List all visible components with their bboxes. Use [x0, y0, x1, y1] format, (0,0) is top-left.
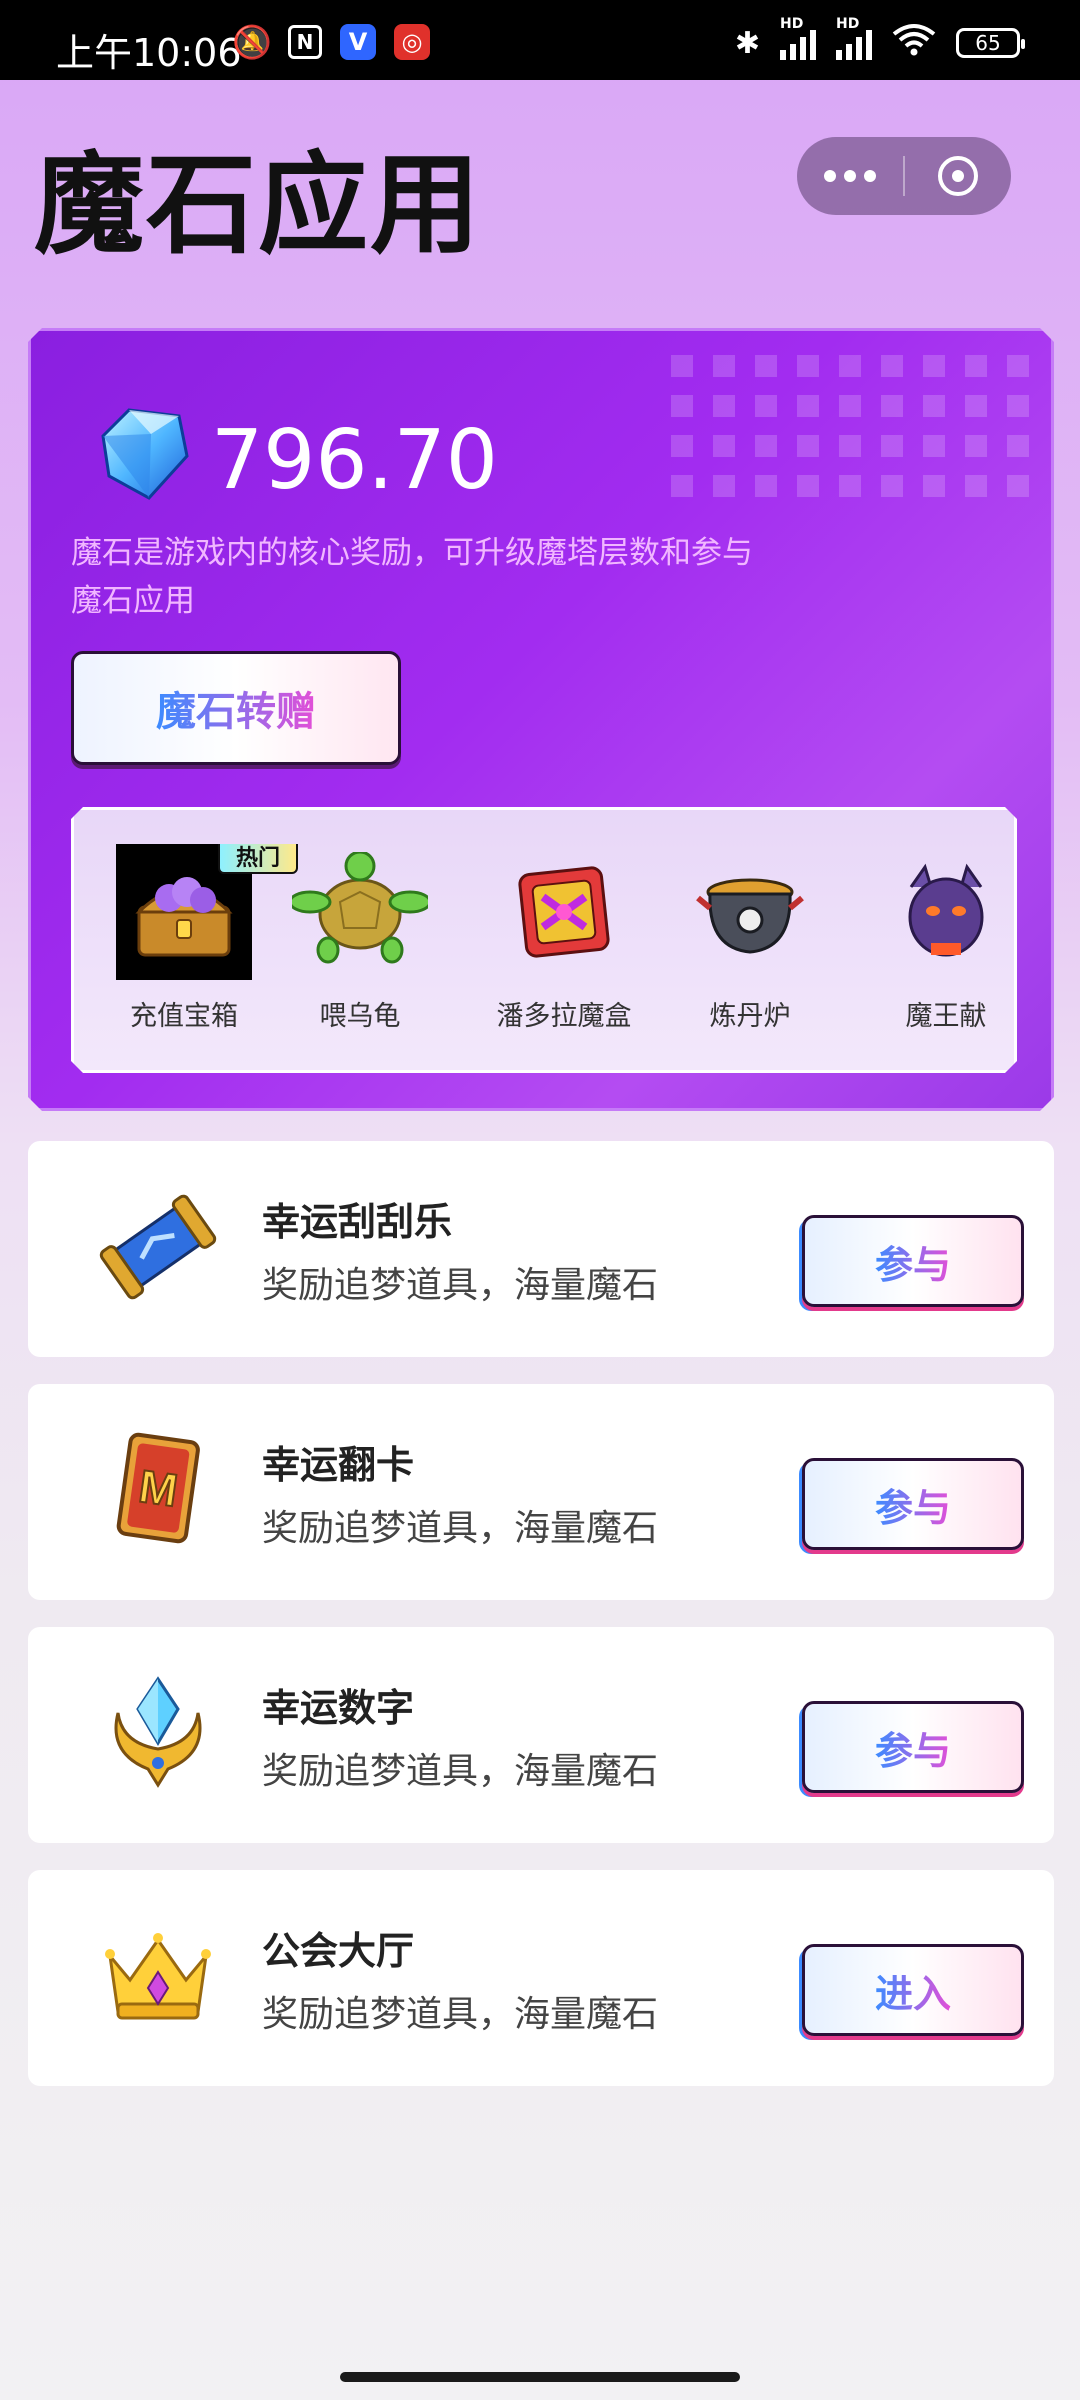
signal-icon-1: HD	[780, 16, 816, 60]
notification-icons: 🔕 N V ◎	[232, 23, 430, 61]
activity-title: 公会大厅	[262, 1929, 415, 1973]
app-label: 魔王献	[905, 1001, 987, 1032]
status-bar: 上午10:06 🔕 N V ◎ ✱ HD HD 65	[0, 0, 1080, 80]
signal-icon-2: HD	[836, 16, 872, 60]
activity-subtitle: 奖励追梦道具，海量魔石	[262, 1265, 659, 1306]
join-button-label: 参与	[875, 1720, 951, 1775]
transfer-stone-label: 魔石转赠	[156, 679, 316, 737]
app-item-feed-turtle[interactable]: 喂乌龟	[280, 844, 440, 1033]
svg-text:M: M	[136, 1460, 181, 1517]
app-item-pandora-box[interactable]: 潘多拉魔盒	[476, 844, 652, 1033]
pandora-box-icon	[496, 844, 632, 980]
system-icons: ✱ HD HD 65	[734, 16, 1025, 64]
more-dots-icon	[824, 170, 836, 182]
close-button[interactable]	[905, 137, 1011, 215]
join-button-label: 参与	[875, 1477, 951, 1532]
bluetooth-icon: ✱	[734, 25, 760, 61]
decorative-dots	[671, 355, 1031, 497]
activity-item-scratch: 幸运刮刮乐 奖励追梦道具，海量魔石 参与	[28, 1141, 1054, 1357]
join-button[interactable]: 参与	[802, 1701, 1024, 1793]
app-v-icon: V	[340, 24, 376, 60]
page-title: 魔石应用	[34, 141, 482, 269]
app-item-recharge-chest[interactable]: 热门 充值宝箱	[104, 844, 264, 1033]
enter-button[interactable]: 进入	[802, 1944, 1024, 2036]
activity-item-flip-card: M 幸运翻卡 奖励追梦道具，海量魔石 参与	[28, 1384, 1054, 1600]
treasure-chest-icon: 热门	[116, 844, 252, 980]
status-time: 上午10:06	[56, 31, 242, 75]
home-indicator[interactable]	[340, 2372, 740, 2382]
join-button-label: 参与	[875, 1234, 951, 1289]
join-button[interactable]: 参与	[802, 1215, 1024, 1307]
music-app-icon: ◎	[394, 24, 430, 60]
stone-balance: 796.70	[211, 413, 498, 508]
activity-subtitle: 奖励追梦道具，海量魔石	[262, 1751, 659, 1792]
crystal-emblem-icon	[114, 1676, 202, 1788]
more-button[interactable]	[797, 137, 903, 215]
battery-level: 65	[975, 31, 1001, 55]
app-label: 潘多拉魔盒	[496, 1001, 632, 1032]
app-item-demon-king[interactable]: 魔王献	[866, 844, 994, 1033]
join-button[interactable]: 参与	[802, 1458, 1024, 1550]
cauldron-icon	[682, 844, 818, 980]
apps-carousel[interactable]: 热门 充值宝箱 喂乌龟 潘多拉魔盒 炼丹炉 魔王献	[71, 807, 1017, 1073]
scroll-icon	[99, 1194, 217, 1300]
activity-title: 幸运翻卡	[262, 1443, 415, 1487]
activity-item-lucky-number: 幸运数字 奖励追梦道具，海量魔石 参与	[28, 1627, 1054, 1843]
app-label: 充值宝箱	[130, 1001, 238, 1032]
turtle-icon	[292, 844, 428, 980]
activity-subtitle: 奖励追梦道具，海量魔石	[262, 1994, 659, 2035]
gem-icon	[99, 406, 189, 502]
apps-row: 热门 充值宝箱 喂乌龟 潘多拉魔盒 炼丹炉 魔王献	[104, 844, 994, 1054]
nfc-icon: N	[288, 25, 322, 59]
app-label: 喂乌龟	[319, 1001, 401, 1032]
card-icon: M	[116, 1432, 200, 1544]
app-item-alchemy-furnace[interactable]: 炼丹炉	[670, 844, 830, 1033]
hd-label: HD	[836, 16, 860, 32]
bell-muted-icon: 🔕	[232, 23, 272, 61]
transfer-stone-button[interactable]: 魔石转赠	[71, 651, 401, 765]
activity-title: 幸运刮刮乐	[262, 1200, 453, 1244]
app-label: 炼丹炉	[709, 1001, 791, 1032]
activity-subtitle: 奖励追梦道具，海量魔石	[262, 1508, 659, 1549]
close-target-icon	[938, 156, 978, 196]
hd-label: HD	[780, 16, 804, 32]
demon-king-icon	[878, 844, 994, 980]
mini-program-capsule	[797, 137, 1011, 215]
stone-description: 魔石是游戏内的核心奖励，可升级魔塔层数和参与魔石应用	[71, 535, 753, 619]
crown-icon	[105, 1933, 211, 2020]
battery-icon: 65	[956, 28, 1025, 58]
balance-card: 796.70 魔石是游戏内的核心奖励，可升级魔塔层数和参与魔石应用 魔石转赠 热…	[28, 328, 1054, 1111]
activity-item-guild-hall: 公会大厅 奖励追梦道具，海量魔石 进入	[28, 1870, 1054, 2086]
activity-title: 幸运数字	[262, 1686, 415, 1730]
enter-button-label: 进入	[875, 1963, 951, 2018]
wifi-icon	[892, 22, 936, 64]
